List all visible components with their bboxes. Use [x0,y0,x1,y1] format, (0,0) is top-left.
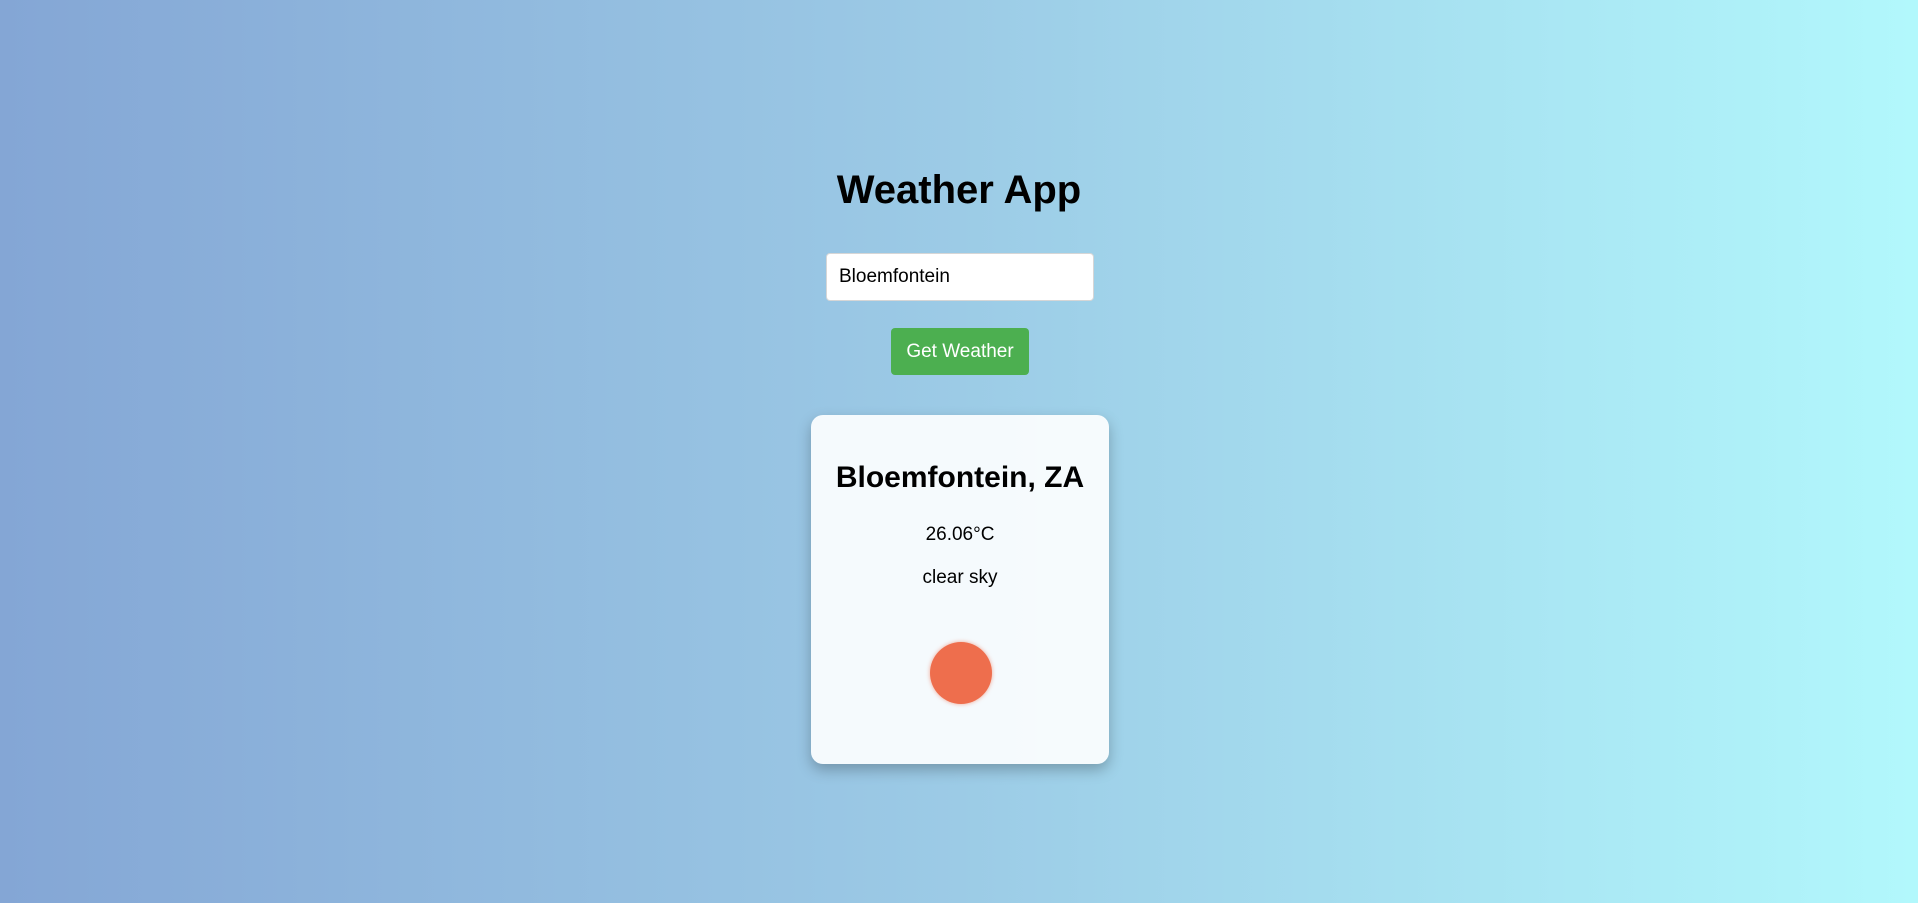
weather-app: Weather App Get Weather Bloemfontein, ZA… [0,0,1918,903]
sun-icon [930,642,992,704]
page-title: Weather App [836,168,1082,212]
weather-temperature: 26.06°C [925,524,995,545]
weather-card: Bloemfontein, ZA 26.06°C clear sky [811,415,1109,764]
get-weather-button[interactable]: Get Weather [891,328,1029,375]
city-search-input[interactable] [826,253,1094,301]
weather-location: Bloemfontein, ZA [835,461,1085,494]
weather-description: clear sky [922,567,998,588]
